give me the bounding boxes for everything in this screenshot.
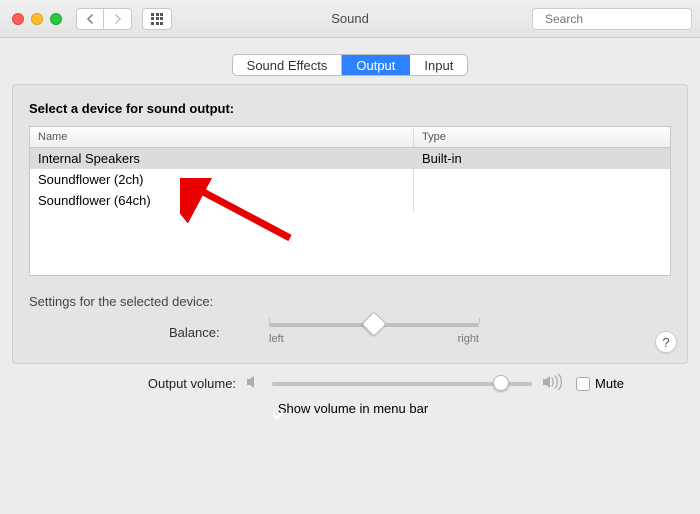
device-type <box>414 190 670 211</box>
device-select-heading: Select a device for sound output: <box>29 101 671 116</box>
col-header-name[interactable]: Name <box>30 127 414 147</box>
mute-checkbox[interactable]: Mute <box>576 376 624 391</box>
speaker-low-icon <box>246 375 262 392</box>
output-volume-label: Output volume: <box>76 376 236 391</box>
device-type: Built-in <box>414 148 670 169</box>
balance-control: Balance: left right <box>29 323 671 345</box>
search-input[interactable] <box>543 11 700 27</box>
device-name: Internal Speakers <box>30 148 414 169</box>
balance-label: Balance: <box>169 325 220 340</box>
table-row[interactable]: Soundflower (64ch) <box>30 190 670 211</box>
device-name: Soundflower (64ch) <box>30 190 414 211</box>
grid-icon <box>151 13 163 25</box>
close-window-button[interactable] <box>12 13 24 25</box>
search-field[interactable] <box>532 8 692 30</box>
device-name: Soundflower (2ch) <box>30 169 414 190</box>
zoom-window-button[interactable] <box>50 13 62 25</box>
checkbox-icon <box>576 377 590 391</box>
window-controls <box>12 13 62 25</box>
show-all-prefs-button[interactable] <box>142 8 172 30</box>
minimize-window-button[interactable] <box>31 13 43 25</box>
table-header: Name Type <box>30 127 670 148</box>
balance-slider[interactable] <box>269 323 479 327</box>
volume-knob[interactable] <box>493 375 509 391</box>
footer: Output volume: Mute Show volume in menu … <box>12 374 688 416</box>
device-type <box>414 169 670 190</box>
output-device-table: Name Type Internal Speakers Built-in Sou… <box>29 126 671 276</box>
forward-button[interactable] <box>104 8 132 30</box>
mute-label: Mute <box>595 376 624 391</box>
selected-device-settings-label: Settings for the selected device: <box>29 294 671 309</box>
tab-sound-effects[interactable]: Sound Effects <box>233 55 343 75</box>
help-button[interactable]: ? <box>655 331 677 353</box>
table-row[interactable]: Soundflower (2ch) <box>30 169 670 190</box>
table-row[interactable]: Internal Speakers Built-in <box>30 148 670 169</box>
nav-back-forward <box>76 8 132 30</box>
tab-output[interactable]: Output <box>342 55 410 75</box>
sound-tabs: Sound Effects Output Input <box>0 54 700 76</box>
speaker-high-icon <box>542 374 562 393</box>
balance-right-label: right <box>458 333 479 345</box>
tab-input[interactable]: Input <box>410 55 467 75</box>
show-volume-label: Show volume in menu bar <box>278 401 428 416</box>
back-button[interactable] <box>76 8 104 30</box>
balance-left-label: left <box>269 333 284 345</box>
col-header-type[interactable]: Type <box>414 127 670 147</box>
output-volume-slider[interactable] <box>272 382 532 386</box>
titlebar: Sound <box>0 0 700 38</box>
output-panel: Select a device for sound output: Name T… <box>12 84 688 364</box>
